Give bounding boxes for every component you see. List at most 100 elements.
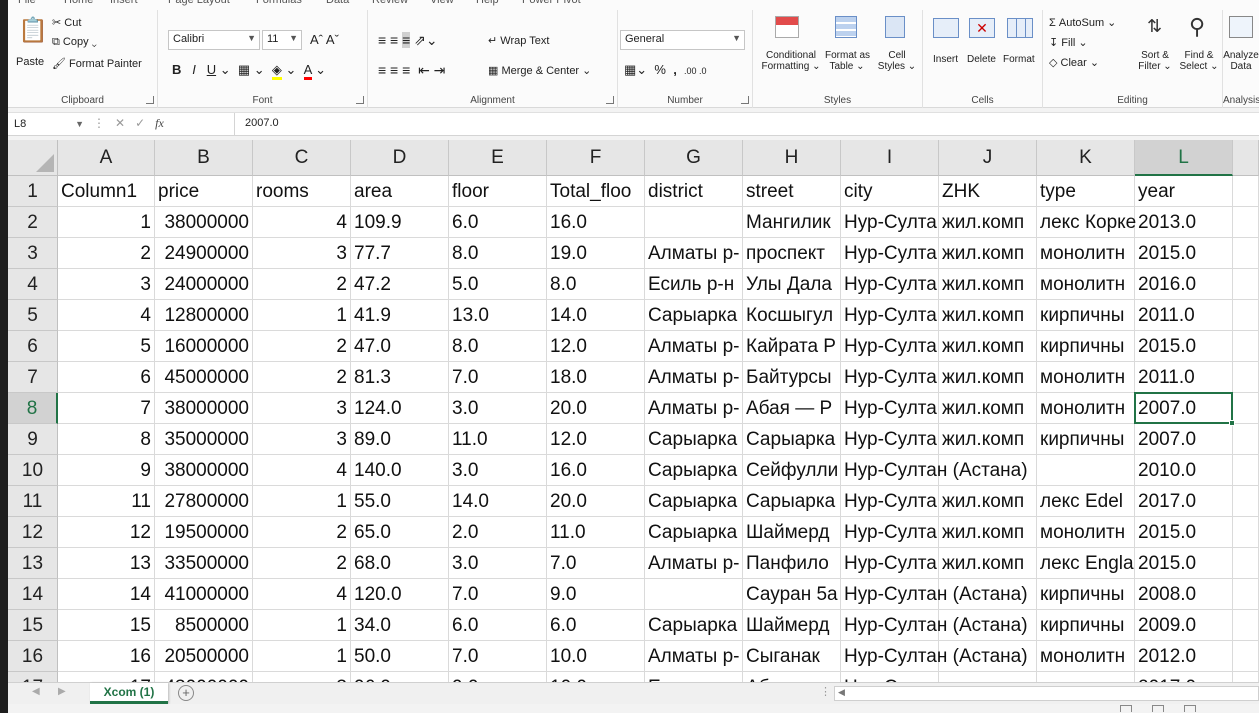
font-launcher[interactable] xyxy=(356,96,364,104)
data-cell[interactable]: 55.0 xyxy=(351,486,449,517)
data-cell[interactable]: 1 xyxy=(253,300,351,331)
data-cell[interactable]: 38000000 xyxy=(155,393,253,424)
data-cell[interactable]: 81.3 xyxy=(351,362,449,393)
data-cell[interactable]: 68.0 xyxy=(351,548,449,579)
data-cell[interactable] xyxy=(939,641,1037,672)
row-header[interactable]: 16 xyxy=(8,641,58,672)
data-cell[interactable] xyxy=(645,207,743,238)
vertical-align-icons[interactable]: ≡ ≡ ≡ ⇗⌄ xyxy=(378,32,438,49)
sort-filter-button[interactable]: Sort & Filter ⌄ xyxy=(1133,50,1177,72)
data-cell[interactable]: 14.0 xyxy=(449,486,547,517)
data-cell[interactable]: кирпичны xyxy=(1037,331,1135,362)
next-sheet-icon[interactable]: ▶ xyxy=(58,686,66,697)
data-cell[interactable]: 6.0 xyxy=(449,207,547,238)
data-cell[interactable]: монолитн xyxy=(1037,517,1135,548)
row-header[interactable]: 2 xyxy=(8,207,58,238)
data-cell[interactable]: Алматы р- xyxy=(645,548,743,579)
data-cell[interactable]: монолитн xyxy=(1037,269,1135,300)
data-cell[interactable]: жил.комп xyxy=(939,424,1037,455)
data-cell[interactable]: 3 xyxy=(253,393,351,424)
data-cell[interactable]: 1 xyxy=(58,207,155,238)
data-cell[interactable]: Улы Дала xyxy=(743,269,841,300)
delete-cells-button[interactable]: Delete xyxy=(967,54,996,65)
data-cell[interactable]: Байтурсы xyxy=(743,362,841,393)
data-cell[interactable]: 5 xyxy=(58,331,155,362)
data-cell[interactable]: 13 xyxy=(58,548,155,579)
data-cell[interactable] xyxy=(939,579,1037,610)
data-cell[interactable]: Сарыарка xyxy=(645,300,743,331)
header-cell[interactable]: Total_floo xyxy=(547,176,645,207)
data-cell[interactable]: жил.комп xyxy=(939,486,1037,517)
data-cell[interactable]: 20.0 xyxy=(547,393,645,424)
merge-center-button[interactable]: ▦ Merge & Center ⌄ xyxy=(488,64,591,77)
prev-sheet-icon[interactable]: ◀ xyxy=(32,686,40,697)
menu-data[interactable]: Data xyxy=(326,0,349,6)
data-cell[interactable]: 2008.0 xyxy=(1135,579,1233,610)
data-cell[interactable]: 9.0 xyxy=(449,672,547,682)
data-cell[interactable]: 14.0 xyxy=(547,300,645,331)
data-cell[interactable]: 2 xyxy=(58,238,155,269)
page-layout-view-icon[interactable] xyxy=(1152,705,1164,712)
data-cell[interactable]: Сарыарка xyxy=(743,486,841,517)
row-header[interactable]: 6 xyxy=(8,331,58,362)
data-cell[interactable]: 7.0 xyxy=(449,579,547,610)
data-cell[interactable]: монолитн xyxy=(1037,238,1135,269)
sheet-tab[interactable]: Xcom (1) xyxy=(90,683,168,704)
data-cell[interactable]: 12 xyxy=(58,517,155,548)
cell-styles-button[interactable]: Cell Styles ⌄ xyxy=(875,50,919,72)
page-break-view-icon[interactable] xyxy=(1184,705,1196,712)
data-cell[interactable] xyxy=(1233,331,1259,362)
normal-view-icon[interactable] xyxy=(1120,705,1132,712)
column-header-f[interactable]: F xyxy=(547,140,645,176)
data-cell[interactable]: монолитн xyxy=(1037,362,1135,393)
data-cell[interactable]: Нур-Султа xyxy=(841,672,939,682)
data-cell[interactable]: 11.0 xyxy=(449,424,547,455)
conditional-formatting-button[interactable]: Conditional Formatting ⌄ xyxy=(761,50,821,72)
column-header-c[interactable]: C xyxy=(253,140,351,176)
row-header[interactable]: 12 xyxy=(8,517,58,548)
data-cell[interactable]: 7.0 xyxy=(547,548,645,579)
data-cell[interactable]: 16000000 xyxy=(155,331,253,362)
alignment-launcher[interactable] xyxy=(606,96,614,104)
data-cell[interactable]: 18.0 xyxy=(547,362,645,393)
data-cell[interactable]: кирпичны xyxy=(1037,300,1135,331)
data-cell[interactable]: Алматы р- xyxy=(645,331,743,362)
row-header[interactable]: 5 xyxy=(8,300,58,331)
row-header[interactable]: 14 xyxy=(8,579,58,610)
data-cell[interactable]: 7.0 xyxy=(449,362,547,393)
format-painter-button[interactable]: 🖌 Format Painter xyxy=(52,57,142,70)
data-cell[interactable]: 38000000 xyxy=(155,455,253,486)
data-cell[interactable]: 2009.0 xyxy=(1135,610,1233,641)
data-cell[interactable]: 13.0 xyxy=(449,300,547,331)
data-cell[interactable] xyxy=(1233,517,1259,548)
data-cell[interactable]: 3.0 xyxy=(449,548,547,579)
data-cell[interactable]: монолитн xyxy=(1037,393,1135,424)
data-cell[interactable]: 15 xyxy=(58,610,155,641)
data-cell[interactable]: Сейфулли xyxy=(743,455,841,486)
data-cell[interactable]: Сарыарка xyxy=(645,455,743,486)
data-cell[interactable] xyxy=(1233,207,1259,238)
data-cell[interactable]: 41.9 xyxy=(351,300,449,331)
data-cell[interactable] xyxy=(1233,393,1259,424)
row-header[interactable]: 4 xyxy=(8,269,58,300)
data-cell[interactable]: 77.7 xyxy=(351,238,449,269)
data-cell[interactable]: Нур-Султа xyxy=(841,238,939,269)
fx-icon[interactable]: fx xyxy=(155,116,164,130)
row-header[interactable]: 1 xyxy=(8,176,58,207)
enter-icon[interactable]: ✓ xyxy=(135,116,145,130)
data-cell[interactable]: Косшыгул xyxy=(743,300,841,331)
data-cell[interactable]: жил.комп xyxy=(939,300,1037,331)
data-cell[interactable]: Сауран 5а xyxy=(743,579,841,610)
worksheet-grid[interactable]: A B C D E F G H I J K L 1 Column1 price rooms area floor T… xyxy=(8,140,1259,682)
data-cell[interactable] xyxy=(1233,176,1259,207)
data-cell[interactable] xyxy=(1233,424,1259,455)
header-cell[interactable]: rooms xyxy=(253,176,351,207)
formula-input[interactable]: 2007.0 xyxy=(234,113,1254,135)
data-cell[interactable]: Шаймерд xyxy=(743,610,841,641)
number-format-buttons[interactable]: ▦⌄ % , .00 .0 xyxy=(624,62,707,78)
data-cell[interactable]: жил.комп xyxy=(939,362,1037,393)
cut-button[interactable]: ✂ Cut xyxy=(52,16,81,29)
data-cell[interactable]: 6 xyxy=(58,362,155,393)
menu-home[interactable]: Home xyxy=(64,0,93,6)
header-cell[interactable]: city xyxy=(841,176,939,207)
